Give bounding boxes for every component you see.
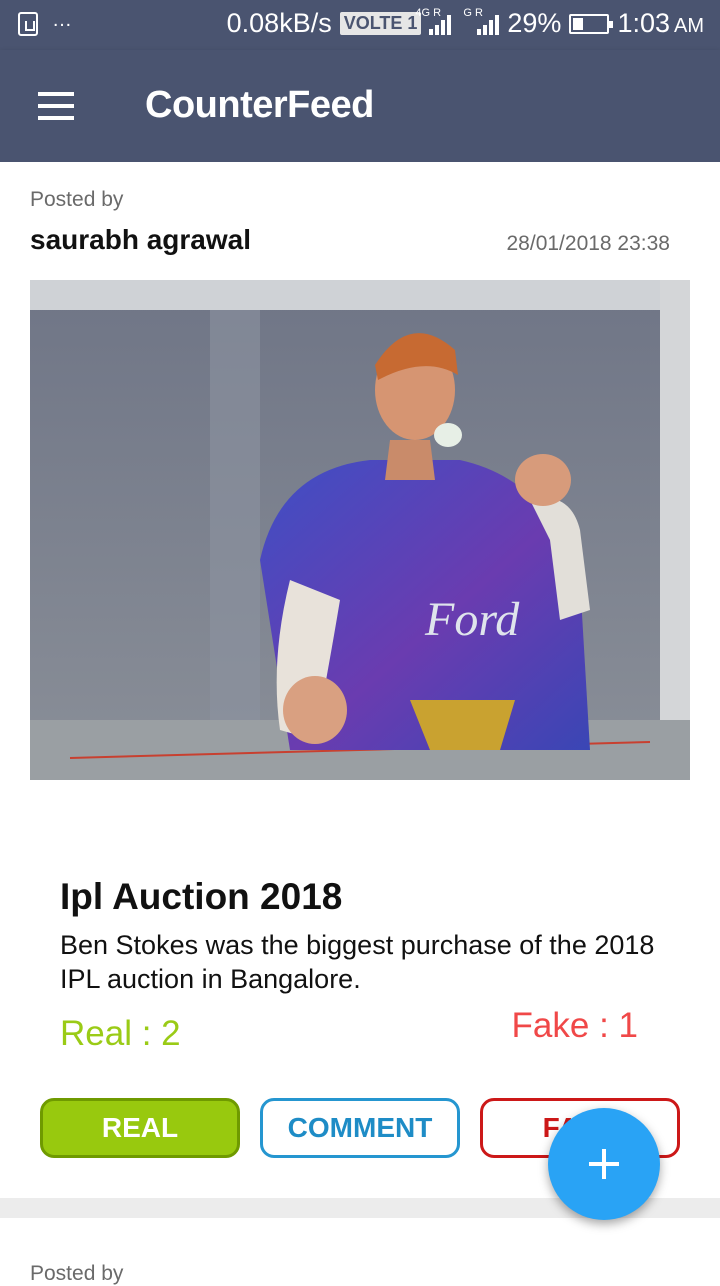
- network-speed: 0.08kB/s: [226, 8, 332, 38]
- clock: 1:03: [617, 8, 670, 38]
- more-notifications-icon: …: [52, 9, 73, 31]
- fake-count: Fake : 1: [511, 1006, 638, 1045]
- post-title: Ipl Auction 2018: [60, 876, 343, 917]
- volte-badge: VOLTE 1: [339, 12, 422, 35]
- app-title: CounterFeed: [145, 84, 374, 126]
- usb-debug-icon: [18, 12, 38, 36]
- post-author[interactable]: saurabh agrawal: [30, 224, 251, 256]
- real-count: Real : 2: [60, 1014, 181, 1053]
- real-button[interactable]: REAL: [40, 1098, 240, 1158]
- signal-icon-sim2: G R: [463, 7, 500, 35]
- jersey-logo-text: Ford: [424, 593, 520, 646]
- add-post-button[interactable]: [548, 1108, 660, 1220]
- post-image[interactable]: Ford: [30, 280, 690, 780]
- post-timestamp: 28/01/2018 23:38: [506, 232, 671, 255]
- signal-icon-sim1: 4G R: [415, 7, 452, 35]
- hamburger-menu-icon[interactable]: [38, 92, 74, 120]
- next-posted-by-label: Posted by: [30, 1262, 124, 1285]
- post-card: Posted by saurabh agrawal 28/01/2018 23:…: [0, 162, 720, 1198]
- battery-percent: 29%: [507, 8, 562, 38]
- next-post-card: Posted by: [0, 1218, 720, 1285]
- comment-button[interactable]: COMMENT: [260, 1098, 460, 1158]
- status-bar: … 0.08kB/s VOLTE 1 4G R G R 29% 1:03 AM: [0, 0, 720, 50]
- plus-icon: [589, 1149, 619, 1179]
- clock-ampm: AM: [674, 15, 704, 37]
- post-body: Ben Stokes was the biggest purchase of t…: [60, 930, 655, 994]
- posted-by-label: Posted by: [30, 188, 124, 211]
- app-bar: CounterFeed: [0, 50, 720, 162]
- battery-icon: [569, 13, 614, 34]
